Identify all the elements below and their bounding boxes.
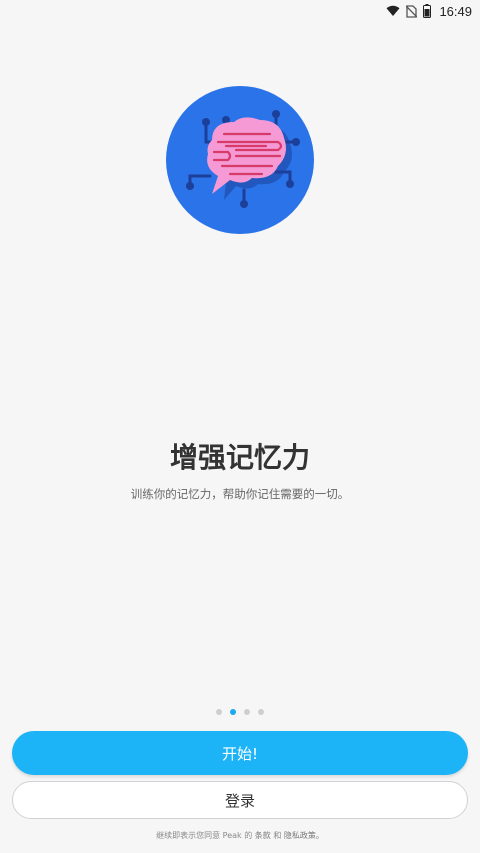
page-dot-1[interactable] <box>216 709 222 715</box>
page-indicator <box>0 709 480 715</box>
page-dot-3[interactable] <box>244 709 250 715</box>
brain-circuit-icon <box>166 86 314 234</box>
login-button[interactable]: 登录 <box>12 781 468 819</box>
page-subtitle: 训练你的记忆力，帮助你记住需要的一切。 <box>130 487 350 501</box>
status-bar: 16:49 <box>0 0 480 22</box>
privacy-link[interactable]: 隐私政策。 <box>284 831 324 840</box>
status-time: 16:49 <box>439 3 472 19</box>
terms-link[interactable]: 条款 <box>255 831 271 840</box>
legal-and: 和 <box>273 831 282 840</box>
legal-prefix: 继续即表示您同意 Peak 的 <box>156 831 253 840</box>
start-button[interactable]: 开始! <box>12 731 468 775</box>
page-dot-2-active[interactable] <box>230 709 236 715</box>
legal-notice: 继续即表示您同意 Peak 的 条款 和 隐私政策。 <box>0 830 480 841</box>
page-dot-4[interactable] <box>258 709 264 715</box>
wifi-icon <box>386 5 400 17</box>
battery-icon <box>423 4 432 18</box>
no-sim-icon <box>406 4 418 18</box>
page-title: 增强记忆力 <box>169 441 310 474</box>
